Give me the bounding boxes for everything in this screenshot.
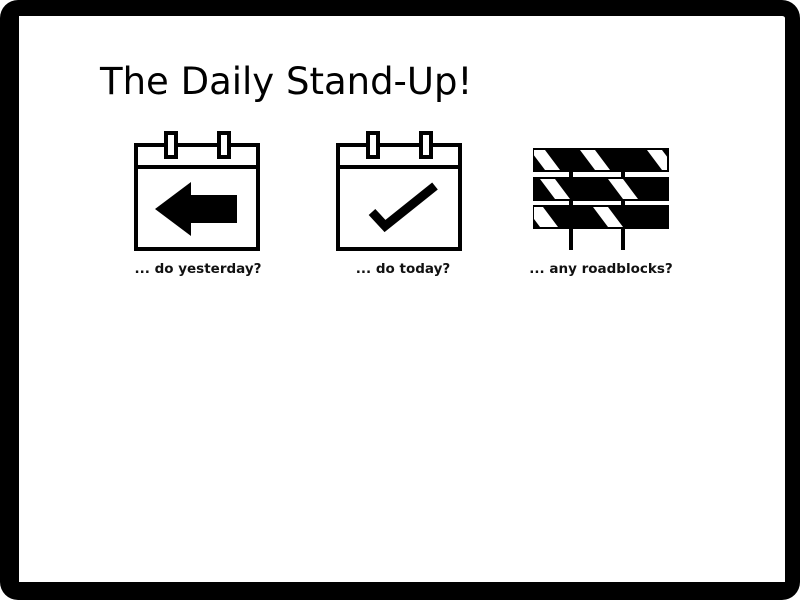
calendar-check-icon — [336, 131, 462, 251]
calendar-arrow-left-icon — [134, 131, 260, 251]
caption-yesterday: ... do yesterday? — [134, 261, 262, 277]
caption-today: ... do today? — [355, 261, 451, 277]
caption-roadblocks: ... any roadblocks? — [529, 261, 673, 277]
roadblock-barricade-icon — [533, 148, 669, 250]
page-title: The Daily Stand-Up! — [100, 60, 473, 103]
